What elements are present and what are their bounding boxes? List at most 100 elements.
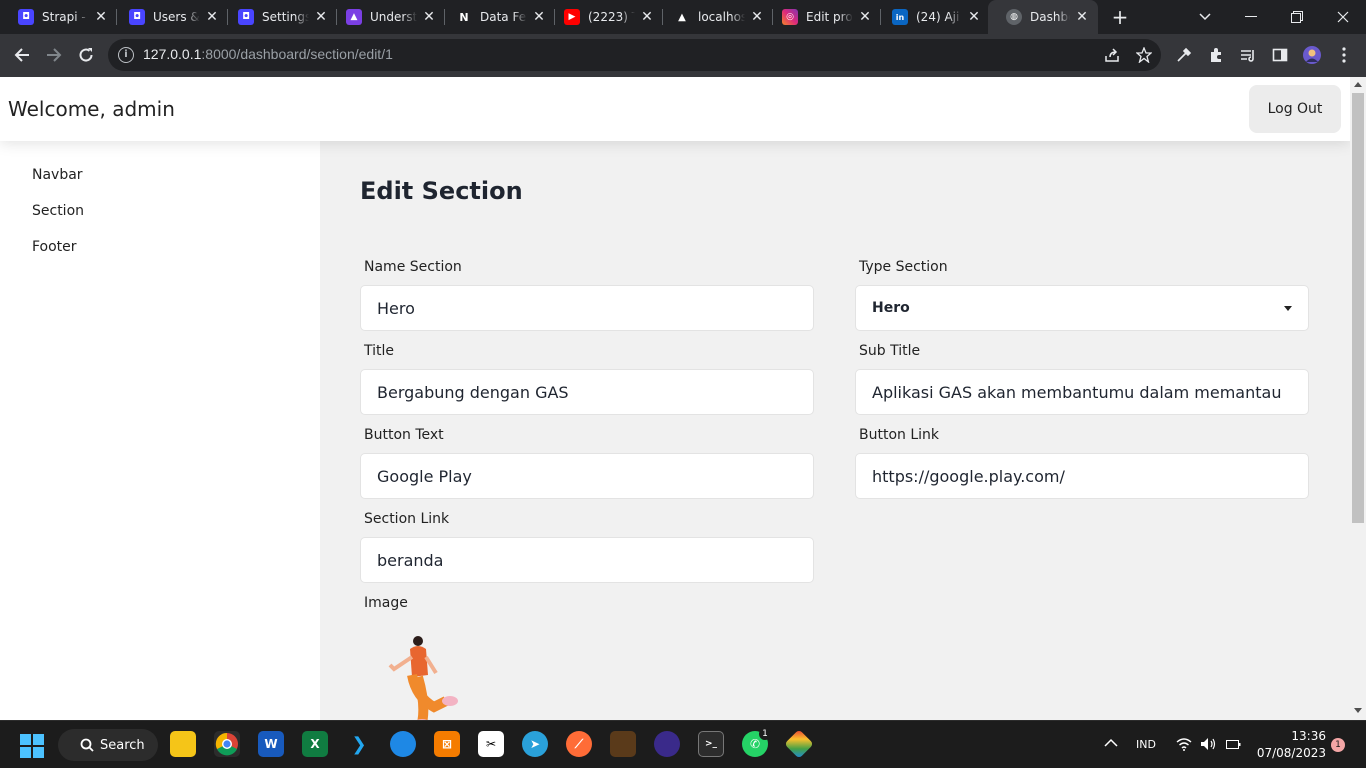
back-arrow-icon[interactable] [8,41,36,69]
button-link-input[interactable]: https://google.play.com/ [855,453,1309,499]
browser-tab[interactable]: N Data Fet ✕ [438,0,555,34]
search-label: Search [100,737,145,753]
chrome-icon[interactable] [214,731,240,757]
close-tab-icon[interactable]: ✕ [1074,9,1090,25]
sidebar: Navbar Section Footer [0,141,320,720]
close-tab-icon[interactable]: ✕ [421,9,437,25]
edge-icon[interactable] [390,731,416,757]
tab-title: Understa [370,10,417,24]
git-icon[interactable] [784,729,814,759]
page-title: Edit Section [360,177,523,205]
instagram-icon: ◎ [782,9,798,25]
excel-icon[interactable]: X [302,731,328,757]
strapi-icon: ◘ [129,9,145,25]
browser-tab[interactable]: ▲ localhost ✕ [656,0,773,34]
browser-tab[interactable]: ▶ (2223) Tr ✕ [546,0,663,34]
tab-title: localhost [698,10,745,24]
close-tab-icon[interactable]: ✕ [531,9,547,25]
browser-tab[interactable]: ◘ Strapi - C ✕ [0,0,117,34]
wifi-icon[interactable] [1176,737,1192,754]
postman-icon[interactable]: ⟋ [566,731,592,757]
profile-avatar-icon[interactable] [1298,41,1326,69]
sidebar-item-navbar[interactable]: Navbar [32,167,83,183]
close-tab-icon[interactable]: ✕ [204,9,220,25]
clock-time[interactable]: 13:36 [1286,729,1326,743]
side-panel-icon[interactable] [1266,41,1294,69]
browser-tab[interactable]: ◎ Edit profi ✕ [764,0,881,34]
sub-title-value: Aplikasi GAS akan membantumu dalam meman… [872,382,1282,402]
eclipse-icon[interactable] [654,731,680,757]
file-explorer-icon[interactable] [170,731,196,757]
browser-tab[interactable]: in (24) Aji S ✕ [874,0,990,34]
xampp-icon[interactable]: ⊠ [434,731,460,757]
windows-start-icon[interactable] [20,734,44,762]
section-link-value: beranda [377,550,444,570]
strapi-icon: ◘ [18,9,34,25]
forward-arrow-icon[interactable] [40,41,68,69]
taskbar-search-box[interactable]: Search [58,729,158,761]
browser-tab[interactable]: ◘ Users & P ✕ [111,0,228,34]
reload-icon[interactable] [72,41,100,69]
tab-title: Dashboa [1030,10,1070,24]
sidebar-item-footer[interactable]: Footer [32,239,77,255]
tab-title: (2223) Tr [588,10,635,24]
bookmark-star-icon[interactable] [1130,41,1158,69]
telegram-icon[interactable]: ➤ [522,731,548,757]
scrollbar-thumb[interactable] [1352,93,1364,523]
close-tab-icon[interactable]: ✕ [93,9,109,25]
language-indicator[interactable]: IND [1136,738,1156,751]
clock-date[interactable]: 07/08/2023 [1256,746,1326,760]
dashboard-page: Welcome, admin Log Out Navbar Section Fo… [0,77,1350,720]
minimize-icon[interactable] [1228,0,1274,34]
browser-tab[interactable]: ▲ Understa ✕ [328,0,445,34]
hero-image-preview [388,636,458,720]
tab-title: Users & P [153,10,200,24]
vscode-icon[interactable]: ❯ [346,731,372,757]
tab-title: (24) Aji S [916,10,962,24]
name-section-input[interactable]: Hero [360,285,814,331]
title-input[interactable]: Bergabung dengan GAS [360,369,814,415]
type-section-select[interactable]: Hero [855,285,1309,331]
close-tab-icon[interactable]: ✕ [749,9,765,25]
battery-icon[interactable] [1224,737,1242,754]
site-info-icon[interactable]: i [118,47,134,63]
browser-tab[interactable]: ◘ Settings ✕ [220,0,337,34]
close-tab-icon[interactable]: ✕ [639,9,655,25]
logout-button[interactable]: Log Out [1249,85,1341,133]
type-section-label: Type Section [859,259,948,275]
share-icon[interactable] [1098,41,1126,69]
button-text-input[interactable]: Google Play [360,453,814,499]
eyedropper-extension-icon[interactable] [1170,41,1198,69]
terminal-icon[interactable]: >_ [698,731,724,757]
sub-title-input[interactable]: Aplikasi GAS akan membantumu dalam meman… [855,369,1309,415]
capcut-icon[interactable]: ✂ [478,731,504,757]
close-window-icon[interactable] [1320,0,1366,34]
media-queue-icon[interactable] [1234,41,1262,69]
sidebar-item-section[interactable]: Section [32,203,84,219]
image-label: Image [364,595,408,611]
globe-icon: ◍ [1006,9,1022,25]
section-link-input[interactable]: beranda [360,537,814,583]
tab-title: Settings [262,10,309,24]
notification-badge[interactable]: 1 [1331,738,1345,752]
windows-taskbar: Search W X ❯ ⊠ ✂ ➤ ⟋ >_ ✆ 1 IND 13:36 07… [0,720,1366,768]
close-tab-icon[interactable]: ✕ [313,9,329,25]
search-icon [80,738,94,752]
browser-tab-active[interactable]: ◍ Dashboa ✕ [988,0,1098,34]
game-icon[interactable] [610,731,636,757]
extensions-puzzle-icon[interactable] [1202,41,1230,69]
strapi-icon: ◘ [238,9,254,25]
name-section-label: Name Section [364,259,462,275]
browser-menu-icon[interactable] [1334,41,1354,69]
volume-icon[interactable] [1200,737,1216,754]
url-path: :8000/dashboard/section/edit/1 [201,46,393,62]
close-tab-icon[interactable]: ✕ [857,9,873,25]
tray-chevron-icon[interactable] [1104,736,1118,750]
new-tab-plus-icon[interactable]: + [1108,5,1132,29]
restore-icon[interactable] [1274,0,1320,34]
tab-search-chevron-icon[interactable] [1182,0,1228,34]
next-icon: N [456,9,472,25]
page-scrollbar[interactable] [1350,77,1366,720]
word-icon[interactable]: W [258,731,284,757]
close-tab-icon[interactable]: ✕ [966,9,982,25]
